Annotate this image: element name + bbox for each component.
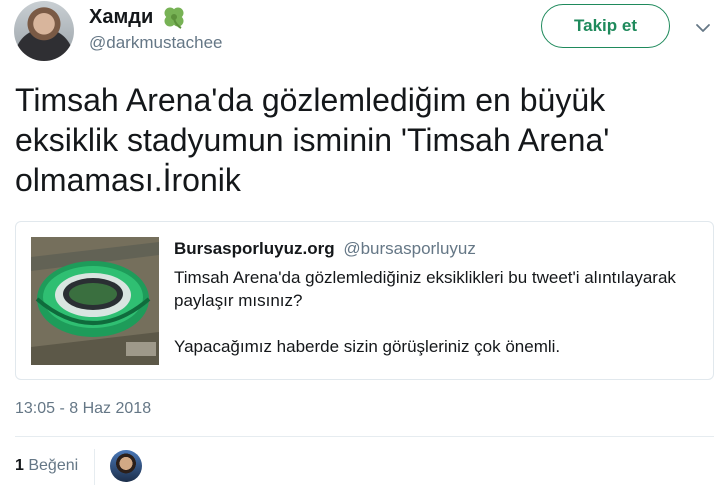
likes-label: Beğeni <box>28 457 79 474</box>
stadium-image <box>31 237 159 365</box>
author-handle[interactable]: @darkmustachee <box>89 33 223 53</box>
four-leaf-clover-icon <box>164 7 184 29</box>
chevron-down-icon[interactable] <box>695 22 711 34</box>
tweet-timestamp[interactable]: 13:05 - 8 Haz 2018 <box>15 400 151 418</box>
author-avatar[interactable] <box>14 1 74 61</box>
stats-separator <box>94 449 95 485</box>
divider <box>15 436 714 437</box>
tweet-text: Timsah Arena'da gözlemlediğim en büyük e… <box>15 82 610 198</box>
quoted-author-handle: @bursasporluyuz <box>343 239 476 258</box>
follow-button[interactable]: Takip et <box>541 4 670 48</box>
quoted-tweet-text: Timsah Arena'da gözlemlediğiniz eksiklik… <box>174 268 676 356</box>
author-name-row: Хамди <box>89 4 187 30</box>
author-name[interactable]: Хамди <box>89 6 153 29</box>
quoted-tweet-card[interactable]: Bursasporluyuz.org @bursasporluyuz Timsa… <box>15 221 714 380</box>
quoted-tweet-header: Bursasporluyuz.org @bursasporluyuz <box>174 239 476 259</box>
quoted-author-name: Bursasporluyuz.org <box>174 239 335 258</box>
likes-count[interactable]: 1 Beğeni <box>15 457 78 475</box>
likes-number: 1 <box>15 457 24 474</box>
liker-avatar[interactable] <box>110 450 142 482</box>
